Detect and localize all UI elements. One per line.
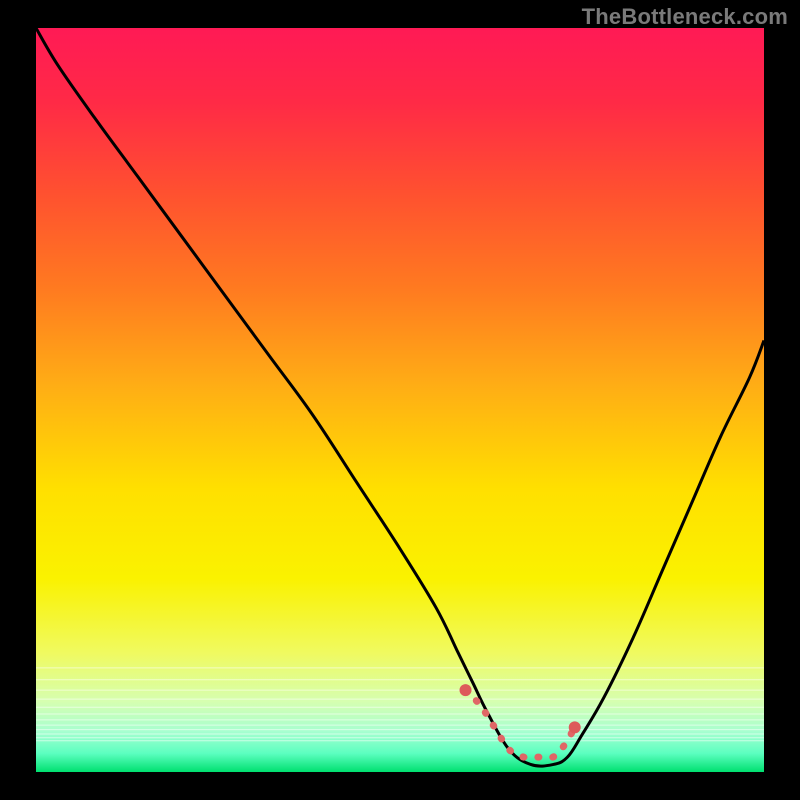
- plot-background-gradient: [36, 28, 764, 772]
- bottleneck-chart: [0, 0, 800, 800]
